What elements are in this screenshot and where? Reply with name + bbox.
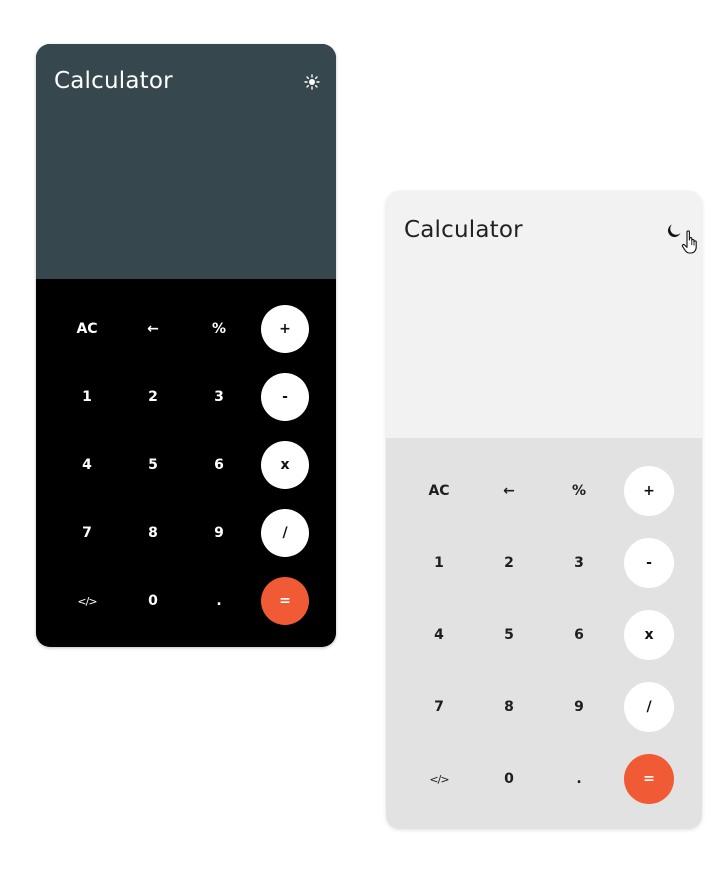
digit-9-button[interactable]: 9 [554,682,604,732]
digit-2-button[interactable]: 2 [129,373,177,421]
keypad: AC ← % + 1 2 3 - 4 5 6 x 7 8 9 / </> 0 .… [36,279,336,625]
percent-button[interactable]: % [554,466,604,516]
digit-1-button[interactable]: 1 [63,373,111,421]
divide-button[interactable]: / [624,682,674,732]
digit-5-button[interactable]: 5 [484,610,534,660]
calculator-title: Calculator [404,217,523,243]
digit-2-button[interactable]: 2 [484,538,534,588]
keypad: AC ← % + 1 2 3 - 4 5 6 x 7 8 9 / </> 0 .… [386,438,702,804]
minus-button[interactable]: - [624,538,674,588]
multiply-button[interactable]: x [624,610,674,660]
digit-1-button[interactable]: 1 [414,538,464,588]
digit-6-button[interactable]: 6 [195,441,243,489]
calculator-title: Calculator [54,68,173,94]
sun-icon [304,74,320,90]
equals-button[interactable]: = [261,577,309,625]
digit-3-button[interactable]: 3 [195,373,243,421]
digit-3-button[interactable]: 3 [554,538,604,588]
digit-5-button[interactable]: 5 [129,441,177,489]
digit-4-button[interactable]: 4 [414,610,464,660]
digit-4-button[interactable]: 4 [63,441,111,489]
digit-9-button[interactable]: 9 [195,509,243,557]
decimal-button[interactable]: . [554,754,604,804]
equals-button[interactable]: = [624,754,674,804]
clear-button[interactable]: AC [63,305,111,353]
minus-button[interactable]: - [261,373,309,421]
theme-toggle-button[interactable] [300,70,324,94]
digit-6-button[interactable]: 6 [554,610,604,660]
digit-8-button[interactable]: 8 [129,509,177,557]
divide-button[interactable]: / [261,509,309,557]
digit-7-button[interactable]: 7 [414,682,464,732]
backspace-button[interactable]: ← [129,305,177,353]
plus-button[interactable]: + [624,466,674,516]
calculator-display: Calculator [36,44,336,279]
decimal-button[interactable]: . [195,577,243,625]
dark-calculator: Calculator AC ← % + 1 2 3 - 4 5 6 x 7 8 … [36,44,336,647]
digit-7-button[interactable]: 7 [63,509,111,557]
calculator-display: Calculator [386,191,702,438]
percent-button[interactable]: % [195,305,243,353]
hand-cursor-icon [681,230,697,254]
moon-icon [668,224,681,237]
digit-0-button[interactable]: 0 [129,577,177,625]
clear-button[interactable]: AC [414,466,464,516]
light-calculator: Calculator AC ← % + 1 2 3 - 4 5 6 x 7 8 … [386,191,702,829]
digit-0-button[interactable]: 0 [484,754,534,804]
plus-button[interactable]: + [261,305,309,353]
code-button[interactable]: </> [414,754,464,804]
multiply-button[interactable]: x [261,441,309,489]
code-button[interactable]: </> [63,577,111,625]
digit-8-button[interactable]: 8 [484,682,534,732]
backspace-button[interactable]: ← [484,466,534,516]
